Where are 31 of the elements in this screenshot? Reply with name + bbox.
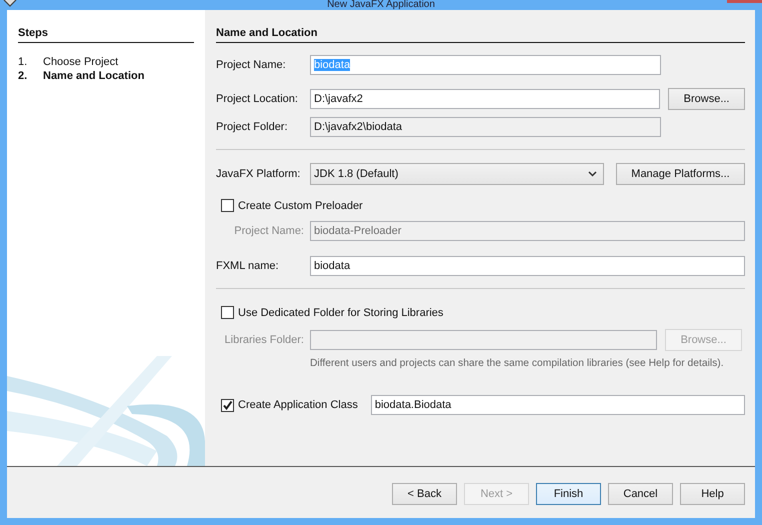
field-label: Project Folder: bbox=[216, 120, 289, 135]
steps-heading: Steps bbox=[18, 26, 194, 43]
dialog-button[interactable]: < Back bbox=[392, 482, 457, 504]
step-item: 2. Name and Location bbox=[18, 69, 146, 83]
dialog-button[interactable]: Help bbox=[680, 482, 745, 504]
checkbox[interactable] bbox=[221, 306, 234, 319]
manage-platforms-button[interactable]: Manage Platforms... bbox=[616, 163, 745, 185]
checkbox-label[interactable]: Use Dedicated Folder for Storing Libraries bbox=[238, 306, 444, 318]
checkbox-label[interactable]: Create Custom Preloader bbox=[238, 200, 363, 212]
dialog-button[interactable]: Finish bbox=[536, 482, 601, 504]
project-location-field[interactable]: D:\javafx2 bbox=[310, 89, 660, 109]
field-label: Libraries Folder: bbox=[224, 333, 305, 348]
fxml-name-field[interactable]: biodata bbox=[310, 256, 745, 276]
project-folder-field[interactable]: D:\javafx2\biodata bbox=[310, 117, 661, 137]
field-label: Project Name: bbox=[233, 224, 305, 239]
step-item: 1. Choose Project bbox=[18, 55, 120, 69]
chevron-down-icon bbox=[588, 171, 597, 177]
browse-button[interactable]: Browse... bbox=[668, 88, 745, 110]
checkbox[interactable] bbox=[221, 398, 234, 412]
window-title: New JavaFX Application bbox=[327, 0, 435, 10]
section-heading: Name and Location bbox=[216, 26, 745, 43]
dialog-button[interactable]: Cancel bbox=[608, 482, 673, 504]
field-label: FXML name: bbox=[216, 259, 280, 274]
checkbox-label[interactable]: Create Application Class bbox=[238, 399, 358, 411]
field-label: Project Name: bbox=[216, 58, 287, 73]
application-class-field[interactable]: biodata.Biodata bbox=[370, 395, 745, 415]
checkbox[interactable] bbox=[221, 199, 234, 212]
field-label: JavaFX Platform: bbox=[216, 167, 302, 182]
field-label: Project Location: bbox=[216, 92, 299, 107]
platform-dropdown[interactable]: JDK 1.8 (Default) bbox=[310, 163, 604, 185]
libraries-note: Different users and projects can share the same compilation libraries (see Help for details). bbox=[310, 358, 724, 369]
